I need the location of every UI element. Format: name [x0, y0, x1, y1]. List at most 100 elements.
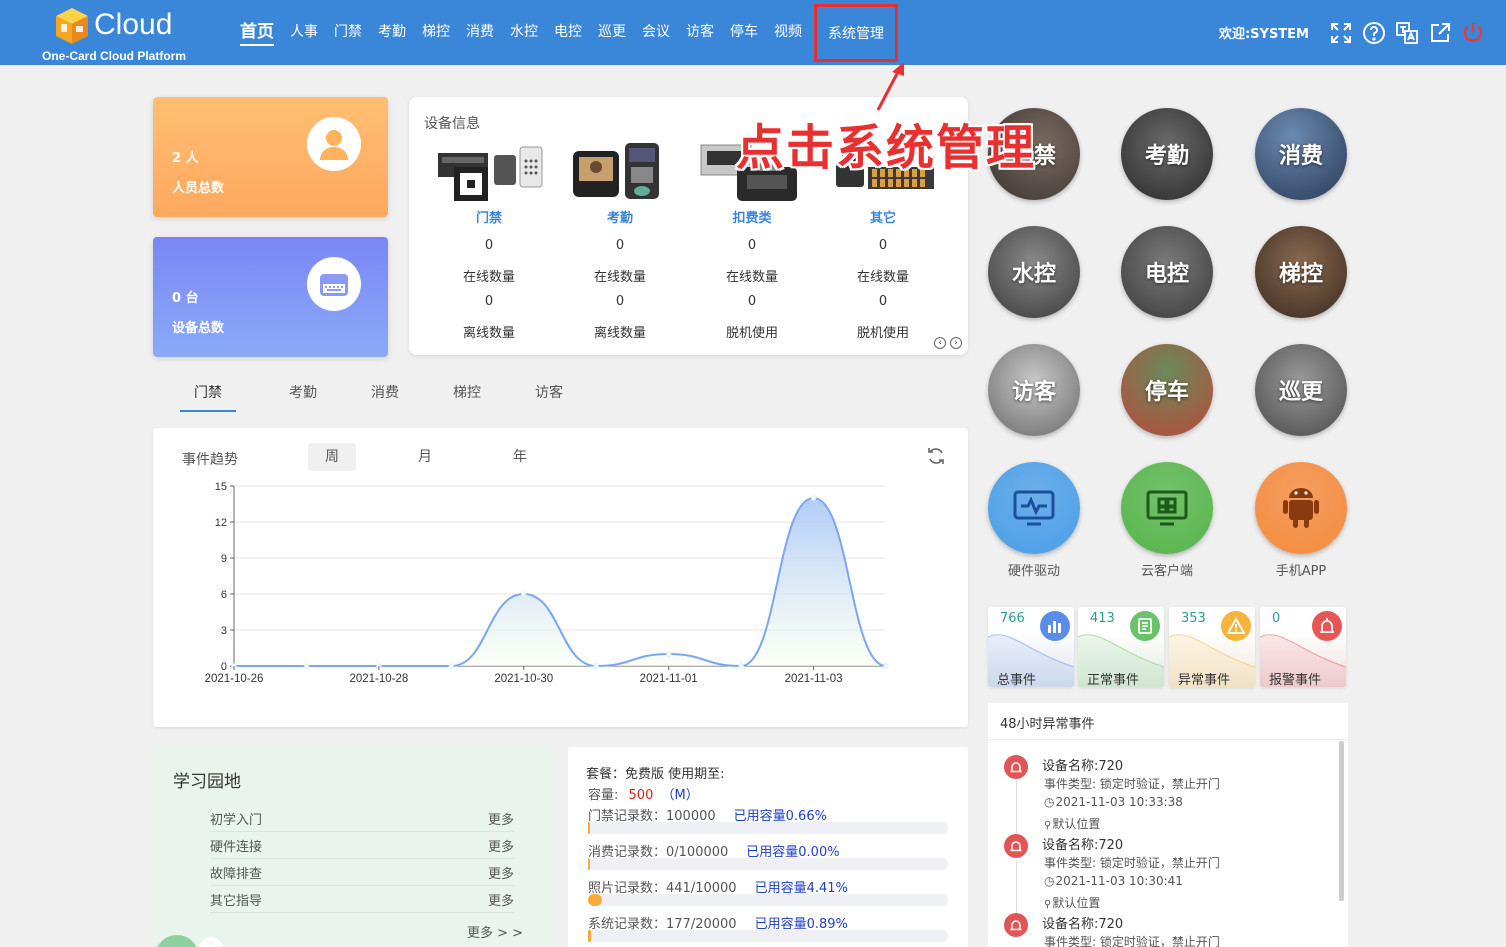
device-total-card[interactable]: 0 台 设备总数: [153, 237, 388, 357]
data-point[interactable]: [810, 495, 817, 501]
language-icon[interactable]: [1394, 20, 1420, 46]
study-row[interactable]: 初学入门 更多: [210, 805, 514, 832]
help-icon[interactable]: [1361, 20, 1387, 46]
study-row[interactable]: 其它指导 更多: [210, 886, 514, 913]
nav-power[interactable]: 电控: [546, 0, 590, 65]
fullscreen-icon[interactable]: [1328, 20, 1354, 46]
nav-hr[interactable]: 人事: [282, 0, 326, 65]
tab-consume[interactable]: 消费: [344, 378, 426, 412]
alerts-divider: [988, 739, 1348, 740]
nav-consume[interactable]: 消费: [458, 0, 502, 65]
module-consume-button[interactable]: 消费: [1255, 108, 1347, 200]
study-row[interactable]: 硬件连接 更多: [210, 832, 514, 859]
alert-item[interactable]: 设备名称:720 事件类型: 锁定时验证，禁止开门: [1004, 913, 1324, 947]
capacity-row: 容量: 500 （M）: [588, 784, 699, 803]
abnormal-events-card[interactable]: 353 异常事件: [1169, 607, 1255, 687]
alert-device-name: 设备名称:720: [1042, 838, 1124, 853]
alert-event-type: 事件类型: 锁定时验证，禁止开门: [1044, 777, 1220, 791]
nav-meeting[interactable]: 会议: [634, 0, 678, 65]
module-label: 考勤: [1144, 144, 1189, 169]
mobile-app-button[interactable]: [1255, 462, 1347, 554]
record-progress-fill: [588, 858, 590, 870]
alarm-events-card[interactable]: 0 报警事件: [1260, 607, 1346, 687]
x-tick-label: 2021-11-03: [785, 673, 843, 685]
nav-water[interactable]: 水控: [502, 0, 546, 65]
period-year-button[interactable]: 年: [496, 443, 544, 471]
study-row-more[interactable]: 更多: [488, 836, 514, 855]
carousel-prev-icon[interactable]: ‹: [934, 337, 946, 349]
normal-events-card[interactable]: 413 正常事件: [1078, 607, 1164, 687]
period-week-button[interactable]: 周: [308, 443, 356, 471]
alerts-scrollbar[interactable]: [1339, 741, 1344, 901]
study-row-more[interactable]: 更多: [488, 809, 514, 828]
people-total-value: 2 人: [172, 151, 199, 166]
alert-item[interactable]: 设备名称:720 事件类型: 锁定时验证，禁止开门 ◷2021-11-03 10:3…: [1004, 755, 1324, 839]
device-total-label: 设备总数: [172, 321, 225, 336]
total-events-card[interactable]: 766 总事件: [988, 607, 1074, 687]
module-label: 巡更: [1278, 380, 1323, 405]
alert-position-value: 默认位置: [1052, 817, 1101, 831]
event-count: 353: [1181, 611, 1206, 626]
cloud-client-button[interactable]: [1121, 462, 1213, 554]
module-visitor-button[interactable]: 访客: [988, 344, 1080, 436]
device-offline-label: 离线数量: [462, 326, 515, 341]
nav-attendance[interactable]: 考勤: [370, 0, 414, 65]
study-row-more[interactable]: 更多: [488, 863, 514, 882]
data-point[interactable]: [738, 663, 744, 669]
module-power-button[interactable]: 电控: [1121, 226, 1213, 318]
refresh-icon[interactable]: [926, 446, 946, 470]
event-label: 报警事件: [1269, 673, 1322, 687]
module-water-button[interactable]: 水控: [988, 226, 1080, 318]
document-icon: [1130, 611, 1160, 641]
device-col-attendance[interactable]: 考勤 0 在线数量 0 离线数量: [560, 141, 680, 341]
tab-access[interactable]: 门禁: [180, 378, 236, 412]
external-link-icon[interactable]: [1427, 20, 1453, 46]
clock-icon: ◷: [1044, 874, 1055, 888]
tab-elevator[interactable]: 梯控: [426, 378, 508, 412]
device-online-count: 0: [878, 238, 888, 253]
tab-attendance[interactable]: 考勤: [262, 378, 344, 412]
study-row[interactable]: 故障排查 更多: [210, 859, 514, 886]
nav-elevator[interactable]: 梯控: [414, 0, 458, 65]
study-title: 学习园地: [173, 772, 241, 792]
tab-visitor[interactable]: 访客: [508, 378, 590, 412]
data-point[interactable]: [665, 651, 672, 657]
nav-system-management[interactable]: 系统管理: [814, 3, 898, 62]
nav-video[interactable]: 视频: [766, 0, 810, 65]
nav-patrol[interactable]: 巡更: [590, 0, 634, 65]
area-fill: [234, 498, 886, 666]
annotation-arrow-icon: [876, 62, 904, 111]
period-month-button[interactable]: 月: [401, 443, 449, 471]
hardware-driver-button[interactable]: [988, 462, 1080, 554]
device-offline-count: 0: [878, 294, 888, 309]
alarm-bell-icon: [1004, 913, 1028, 937]
module-patrol-button[interactable]: 巡更: [1255, 344, 1347, 436]
study-row-more[interactable]: 更多: [488, 890, 514, 909]
nav-parking[interactable]: 停车: [722, 0, 766, 65]
nav-access[interactable]: 门禁: [326, 0, 370, 65]
power-icon[interactable]: [1460, 20, 1486, 46]
study-row-label: 其它指导: [210, 893, 263, 909]
module-attendance-button[interactable]: 考勤: [1121, 108, 1213, 200]
people-total-card[interactable]: 2 人 人员总数: [153, 97, 388, 217]
carousel-next-icon[interactable]: ›: [950, 337, 962, 349]
record-progress-bar: [588, 858, 948, 870]
data-point[interactable]: [593, 663, 599, 669]
people-total-label: 人员总数: [172, 181, 225, 196]
alert-event-type: 事件类型: 锁定时验证，禁止开门: [1044, 935, 1220, 947]
logo[interactable]: Cloud One-Card Cloud Platform: [42, 6, 192, 64]
module-elevator-button[interactable]: 梯控: [1255, 226, 1347, 318]
data-point[interactable]: [521, 591, 527, 597]
module-parking-button[interactable]: 停车: [1121, 344, 1213, 436]
data-point[interactable]: [303, 663, 310, 669]
data-point[interactable]: [883, 663, 889, 669]
data-point[interactable]: [448, 663, 455, 669]
nav-home[interactable]: 首页: [232, 0, 282, 65]
alert-event-type: 事件类型: 锁定时验证，禁止开门: [1044, 856, 1220, 870]
annotation-text: 点击系统管理: [736, 120, 1037, 176]
study-more-link[interactable]: 更多 > >: [467, 922, 523, 941]
alert-item[interactable]: 设备名称:720 事件类型: 锁定时验证，禁止开门 ◷2021-11-03 10:3…: [1004, 834, 1324, 918]
nav-visitor[interactable]: 访客: [678, 0, 722, 65]
device-col-access[interactable]: 门禁 0 在线数量 0 离线数量: [429, 141, 549, 341]
module-label: 消费: [1278, 144, 1323, 169]
